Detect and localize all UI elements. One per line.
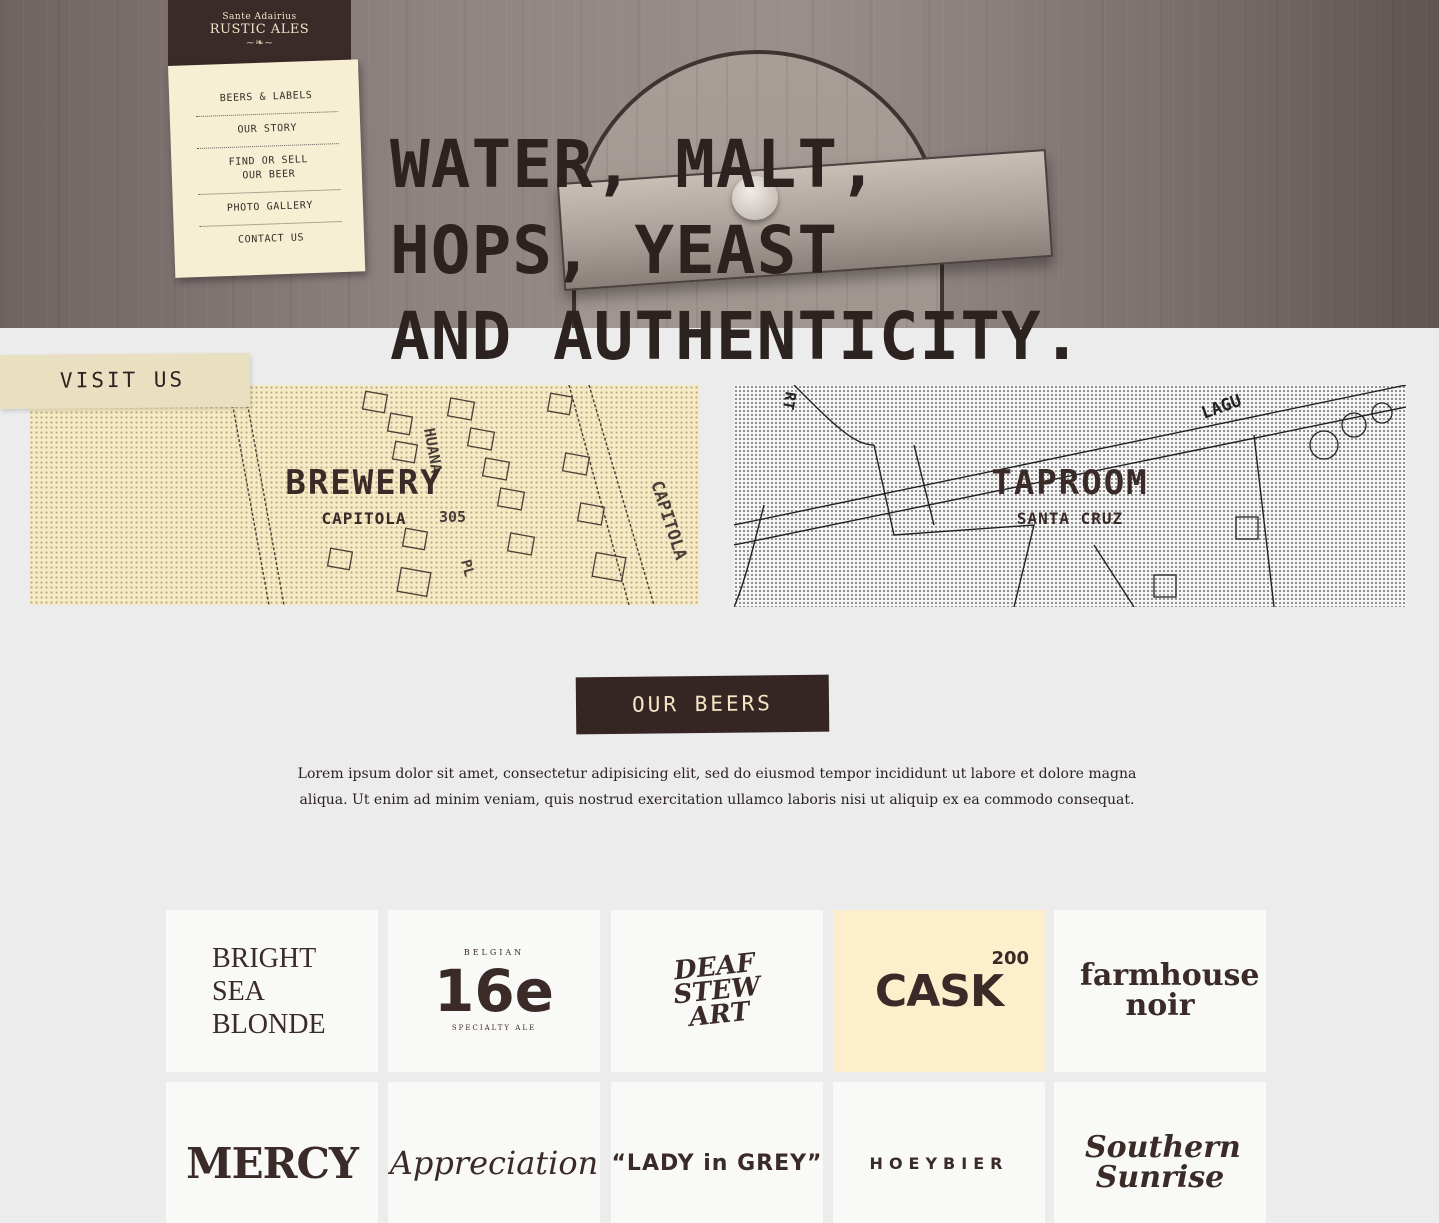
beer-logo-16e-bottom: SPECIALTY ALE — [451, 1024, 537, 1032]
nav-item-find-or-sell[interactable]: FIND OR SELL OUR BEER — [196, 144, 341, 196]
beer-tile-deaf-stew-art[interactable]: DEAF STEW ART — [611, 910, 823, 1072]
beer-logo-lady-in-grey: “LADY in GREY” — [611, 1150, 823, 1176]
our-beers-button[interactable]: OUR BEERS — [575, 674, 830, 735]
site-logo[interactable]: Sante Adairius RUSTIC ALES ~❧~ — [168, 0, 351, 70]
main-nav: BEERS & LABELS OUR STORY FIND OR SELL OU… — [168, 59, 366, 278]
nav-item-photo-gallery[interactable]: PHOTO GALLERY — [198, 190, 342, 227]
taproom-title: TAPROOM — [991, 463, 1149, 503]
visit-us-tag: VISIT US — [0, 352, 251, 410]
beer-tile-appreciation[interactable]: Appreciation — [388, 1082, 600, 1223]
logo-swirl-icon: ~❧~ — [245, 36, 274, 49]
map-label-rt: RT — [779, 390, 800, 411]
headline-line-1: WATER, MALT, — [390, 126, 879, 203]
beer-tile-bright-sea-blonde[interactable]: BRIGHT SEA BLONDE — [166, 910, 378, 1072]
headline-line-3: AND AUTHENTICITY. — [390, 298, 1083, 375]
brewery-location: CAPITOLA — [321, 509, 407, 528]
brewery-map-card[interactable]: HUANA 305 CAPITOLA PL BREWERY CAPITOLA — [29, 385, 699, 605]
map-label-laguna: LAGU — [1199, 391, 1244, 424]
beer-logo-southern-sunrise: Southern Sunrise — [1085, 1130, 1241, 1195]
headline-line-2: HOPS, YEAST — [390, 212, 839, 289]
beer-logo-16e: 16e — [433, 957, 555, 1025]
beer-logo-cask-text: CASK — [874, 965, 1004, 1017]
brewery-title: BREWERY — [285, 463, 443, 503]
beer-logo-deaf-stew-art: DEAF STEW ART — [672, 947, 762, 1033]
beer-logo-cask-number: 200 — [991, 947, 1030, 969]
map-label-pl: PL — [457, 558, 477, 578]
beer-tile-hoeybier[interactable]: HOEYBIER — [833, 1082, 1045, 1223]
beer-tile-southern-sunrise[interactable]: Southern Sunrise — [1054, 1082, 1266, 1223]
beer-grid: BRIGHT SEA BLONDE BELGIAN 16e SPECIALTY … — [166, 910, 1266, 1223]
hero-headline: WATER, MALT, HOPS, YEAST AND AUTHENTICIT… — [390, 122, 1083, 380]
beer-logo-16e-top: BELGIAN — [463, 948, 525, 957]
taproom-location: SANTA CRUZ — [1016, 509, 1124, 528]
beer-tile-lady-in-grey[interactable]: “LADY in GREY” — [611, 1082, 823, 1223]
beer-tile-16e[interactable]: BELGIAN 16e SPECIALTY ALE — [388, 910, 600, 1072]
beer-tile-mercy[interactable]: MERCY — [166, 1082, 378, 1223]
beer-logo-mercy: MERCY — [186, 1138, 359, 1188]
nav-item-our-story[interactable]: OUR STORY — [195, 112, 339, 150]
beer-logo-cask: CASK 200 — [874, 948, 1029, 1017]
beer-logo-farmhouse-noir: farmhouse noir — [1080, 958, 1260, 1023]
beer-tile-farmhouse-noir[interactable]: farmhouse noir — [1054, 910, 1266, 1072]
taproom-map-card[interactable]: LAGU RT TAPROOM SANTA CRUZ — [734, 385, 1406, 607]
beer-tile-cask-200[interactable]: CASK 200 — [833, 910, 1045, 1072]
logo-line-2: RUSTIC ALES — [209, 22, 310, 37]
nav-item-beers-labels[interactable]: BEERS & LABELS — [194, 80, 338, 118]
beer-logo-appreciation: Appreciation — [389, 1144, 599, 1182]
beers-intro-text: Lorem ipsum dolor sit amet, consectetur … — [297, 766, 1137, 808]
beer-logo-hoeybier: HOEYBIER — [869, 1153, 1009, 1173]
beer-logo-bright-sea-blonde: BRIGHT SEA BLONDE — [212, 942, 326, 1040]
nav-item-contact-us[interactable]: CONTACT US — [200, 222, 343, 258]
